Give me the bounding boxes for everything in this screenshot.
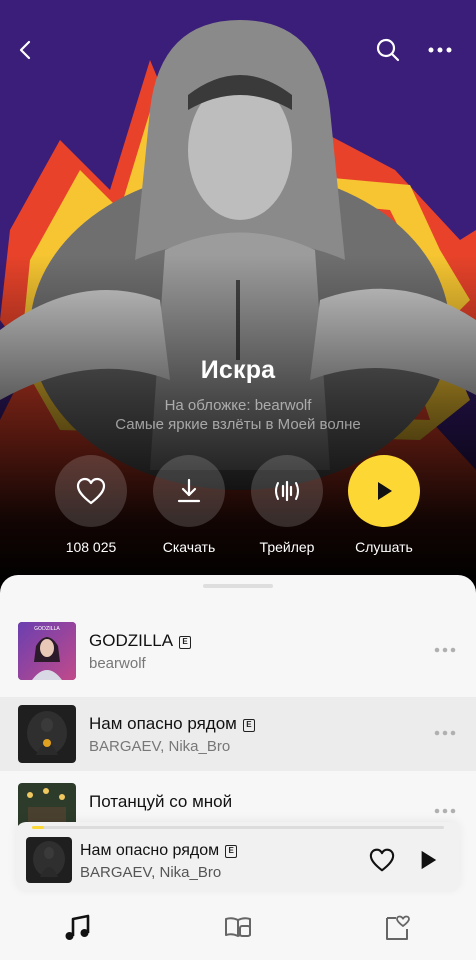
track-title: Потанцуй со мной bbox=[89, 792, 233, 811]
track-more-button[interactable] bbox=[430, 640, 460, 660]
playback-progress-fill bbox=[32, 826, 45, 829]
explicit-badge: E bbox=[242, 719, 255, 732]
podcasts-book-icon bbox=[225, 917, 251, 937]
search-button[interactable] bbox=[370, 32, 406, 68]
track-row[interactable]: Нам опасно рядом E BARGAEV, Nika_Bro bbox=[0, 697, 476, 771]
search-icon bbox=[376, 38, 400, 62]
music-note-icon bbox=[65, 914, 90, 940]
track-cover bbox=[18, 705, 76, 763]
track-cover: GODZILLA bbox=[18, 622, 76, 680]
top-bar bbox=[0, 30, 476, 70]
listen-action: Слушать bbox=[334, 455, 434, 555]
trailer-action: Трейлер bbox=[237, 455, 337, 555]
download-icon bbox=[177, 478, 201, 503]
soundwave-icon bbox=[275, 480, 299, 502]
collection-heart-icon bbox=[386, 915, 410, 940]
play-icon bbox=[421, 850, 437, 870]
playlist-actions: 108 025 Скачать Трейлер Слушать bbox=[0, 455, 476, 565]
likes-count: 108 025 bbox=[65, 539, 117, 555]
trailer-button[interactable] bbox=[251, 455, 323, 527]
more-horizontal-icon bbox=[434, 647, 456, 653]
now-playing-title: Нам опасно рядом E bbox=[80, 842, 238, 860]
playlist-description: Самые яркие взлёты в Моей волне bbox=[115, 416, 361, 433]
playback-progress[interactable] bbox=[32, 826, 444, 829]
playlist-hero: Искра На обложке: bearwolf Самые яркие в… bbox=[0, 0, 476, 585]
download-action: Скачать bbox=[139, 455, 239, 555]
more-horizontal-icon bbox=[434, 808, 456, 814]
track-artist: BARGAEV, Nika_Bro bbox=[89, 738, 231, 755]
explicit-badge: E bbox=[225, 845, 238, 858]
track-title: GODZILLA E bbox=[89, 631, 192, 651]
now-playing-play-button[interactable] bbox=[412, 844, 444, 876]
playlist-title: Искра bbox=[200, 356, 276, 384]
listen-label: Слушать bbox=[355, 539, 413, 555]
track-more-button[interactable] bbox=[430, 801, 460, 821]
download-button[interactable] bbox=[153, 455, 225, 527]
more-horizontal-icon bbox=[434, 730, 456, 736]
heart-icon bbox=[76, 477, 106, 505]
chevron-left-icon bbox=[19, 40, 31, 60]
back-button[interactable] bbox=[8, 32, 44, 68]
tab-podcasts[interactable] bbox=[218, 910, 258, 946]
tab-collection[interactable] bbox=[377, 910, 417, 946]
download-label: Скачать bbox=[162, 539, 216, 555]
explicit-badge: E bbox=[179, 636, 192, 649]
now-playing-artist: BARGAEV, Nika_Bro bbox=[80, 864, 222, 881]
sheet-grabber[interactable] bbox=[203, 584, 273, 588]
like-action: 108 025 bbox=[41, 455, 141, 555]
more-options-button[interactable] bbox=[422, 32, 458, 68]
now-playing-cover bbox=[26, 837, 72, 883]
track-more-button[interactable] bbox=[430, 723, 460, 743]
like-button[interactable] bbox=[55, 455, 127, 527]
tab-music[interactable] bbox=[57, 910, 97, 946]
trailer-label: Трейлер bbox=[259, 539, 315, 555]
heart-icon bbox=[369, 848, 395, 872]
mini-player[interactable]: Нам опасно рядом E BARGAEV, Nika_Bro bbox=[16, 822, 460, 892]
track-row[interactable]: GODZILLA GODZILLA E bearwolf bbox=[0, 614, 476, 688]
more-horizontal-icon bbox=[428, 47, 452, 53]
track-title: Нам опасно рядом E bbox=[89, 714, 255, 734]
now-playing-like-button[interactable] bbox=[366, 844, 398, 876]
bottom-tab-bar bbox=[0, 896, 476, 960]
play-icon bbox=[378, 482, 392, 500]
cover-credit: На обложке: bearwolf bbox=[164, 397, 312, 414]
listen-button[interactable] bbox=[348, 455, 420, 527]
track-artist: bearwolf bbox=[89, 655, 146, 672]
cover-label: GODZILLA bbox=[34, 626, 60, 632]
